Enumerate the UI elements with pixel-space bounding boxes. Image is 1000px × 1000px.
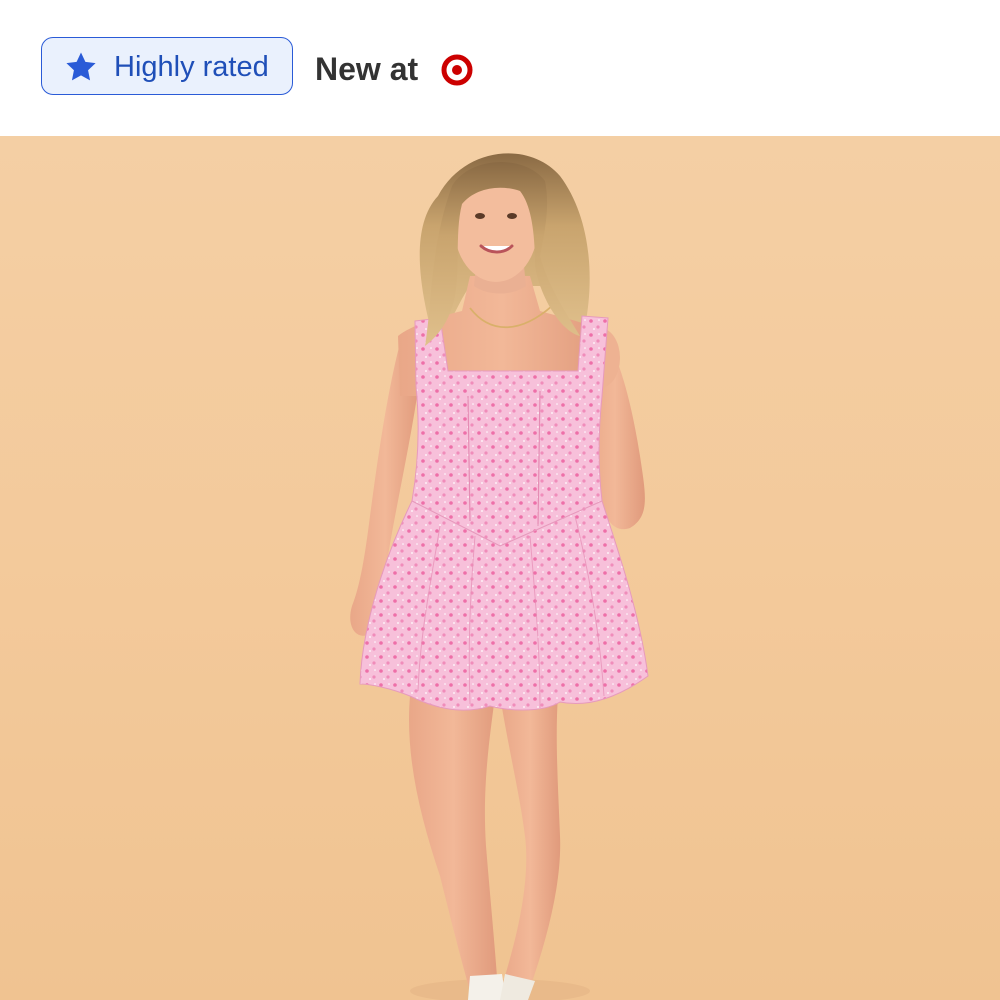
product-header: Highly rated New at xyxy=(0,0,1000,136)
highly-rated-badge[interactable]: Highly rated xyxy=(41,37,293,95)
highly-rated-label: Highly rated xyxy=(114,51,269,83)
model-illustration xyxy=(350,153,649,1000)
target-bullseye-icon[interactable] xyxy=(441,54,473,86)
new-at-label: New at xyxy=(315,51,419,87)
star-icon xyxy=(66,52,96,81)
product-photo[interactable] xyxy=(0,136,1000,1000)
